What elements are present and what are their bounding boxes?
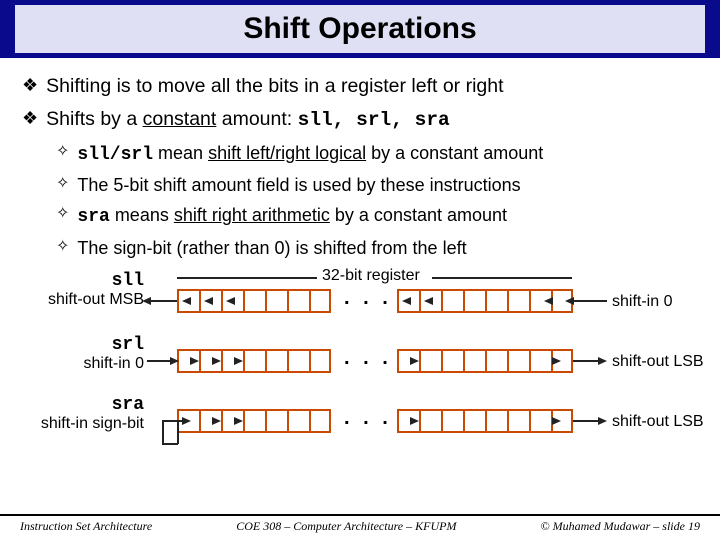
bullet-text: The 5-bit shift amount field is used by …	[77, 174, 520, 197]
bullet-text: sra means shift right arithmetic by a co…	[77, 204, 507, 229]
sub-5bit-field: ✧ The 5-bit shift amount field is used b…	[56, 174, 698, 197]
arrow-right-icon	[182, 417, 191, 425]
text-fragment: means	[110, 205, 174, 225]
srl-register-left	[177, 349, 331, 373]
line	[151, 300, 177, 302]
ellipsis: . . .	[344, 287, 392, 310]
text-underline: shift left/right logical	[208, 143, 366, 163]
sub-sll-srl-logical: ✧ sll/srl mean shift left/right logical …	[56, 142, 698, 167]
diamond-open-icon: ✧	[56, 174, 69, 195]
footer-center: COE 308 – Computer Architecture – KFUPM	[236, 516, 456, 534]
text-fragment: by a constant amount	[330, 205, 507, 225]
bullet-text: sll/srl mean shift left/right logical by…	[77, 142, 543, 167]
text-mono: sra	[112, 395, 144, 415]
srl-register-right	[397, 349, 573, 373]
arrow-right-icon	[212, 417, 221, 425]
arrow-left-icon	[142, 297, 151, 305]
slide-footer: Instruction Set Architecture COE 308 – C…	[0, 514, 720, 534]
footer-left: Instruction Set Architecture	[20, 516, 152, 534]
arrow-left-icon	[565, 297, 574, 305]
arrow-right-icon	[410, 417, 419, 425]
line	[177, 420, 179, 444]
diamond-open-icon: ✧	[56, 237, 69, 258]
arrow-right-icon	[598, 417, 607, 425]
text-mono: sll, srl, sra	[298, 109, 450, 131]
line	[432, 277, 572, 279]
text-underline: shift right arithmetic	[174, 205, 330, 225]
title-bar: Shift Operations	[0, 0, 720, 58]
text-mono: sll/srl	[77, 145, 153, 165]
bullet-constant-amount: ❖ Shifts by a constant amount: sll, srl,…	[22, 107, 698, 133]
srl-right-label: shift-out LSB	[612, 353, 704, 371]
sll-right-label: shift-in 0	[612, 293, 672, 311]
sra-register-right	[397, 409, 573, 433]
text-fragment: Shifts by a	[46, 108, 142, 130]
text-underline: constant	[143, 108, 217, 130]
shift-diagram: 32-bit register sll shift-out MSB . . . …	[22, 267, 702, 482]
text-fragment: mean	[153, 143, 208, 163]
slide-title: Shift Operations	[15, 5, 705, 53]
register-label: 32-bit register	[322, 267, 420, 285]
bullet-shifting-move: ❖ Shifting is to move all the bits in a …	[22, 74, 698, 99]
arrow-left-icon	[424, 297, 433, 305]
sra-register-left	[177, 409, 331, 433]
line	[162, 420, 177, 422]
ellipsis: . . .	[344, 407, 392, 430]
arrow-right-icon	[190, 357, 199, 365]
bullet-text: Shifting is to move all the bits in a re…	[46, 74, 503, 99]
line	[573, 300, 607, 302]
text-fragment: shift-in 0	[84, 355, 144, 372]
text-mono: sra	[77, 207, 109, 227]
text-mono: sll	[112, 271, 144, 291]
sll-label: sll shift-out MSB	[48, 271, 144, 309]
bullet-text: The sign-bit (rather than 0) is shifted …	[77, 237, 466, 260]
diamond-icon: ❖	[22, 107, 38, 130]
sub-sra-arithmetic: ✧ sra means shift right arithmetic by a …	[56, 204, 698, 229]
line	[177, 277, 317, 279]
arrow-left-icon	[226, 297, 235, 305]
text-fragment: shift-in sign-bit	[41, 415, 144, 432]
line	[573, 360, 600, 362]
arrow-right-icon	[410, 357, 419, 365]
diamond-icon: ❖	[22, 74, 38, 97]
arrow-left-icon	[204, 297, 213, 305]
line	[573, 420, 600, 422]
line	[162, 443, 178, 445]
text-fragment: by a constant amount	[366, 143, 543, 163]
sra-right-label: shift-out LSB	[612, 413, 704, 431]
arrow-right-icon	[170, 357, 179, 365]
sra-label: sra shift-in sign-bit	[41, 395, 144, 433]
text-mono: srl	[112, 335, 144, 355]
arrow-right-icon	[234, 417, 243, 425]
arrow-left-icon	[182, 297, 191, 305]
arrow-right-icon	[552, 357, 561, 365]
arrow-left-icon	[544, 297, 553, 305]
arrow-right-icon	[598, 357, 607, 365]
srl-label: srl shift-in 0	[84, 335, 144, 373]
bullet-text: Shifts by a constant amount: sll, srl, s…	[46, 107, 450, 133]
ellipsis: . . .	[344, 347, 392, 370]
footer-right: © Muhamed Mudawar – slide 19	[541, 516, 700, 534]
text-fragment: shift-out MSB	[48, 291, 144, 308]
text-fragment: amount:	[216, 108, 297, 130]
content-area: ❖ Shifting is to move all the bits in a …	[0, 58, 720, 482]
arrow-right-icon	[552, 417, 561, 425]
line	[162, 420, 164, 444]
arrow-right-icon	[212, 357, 221, 365]
arrow-left-icon	[402, 297, 411, 305]
diamond-open-icon: ✧	[56, 204, 69, 225]
sll-register-left	[177, 289, 331, 313]
arrow-right-icon	[234, 357, 243, 365]
diamond-open-icon: ✧	[56, 142, 69, 163]
sub-sign-bit: ✧ The sign-bit (rather than 0) is shifte…	[56, 237, 698, 260]
